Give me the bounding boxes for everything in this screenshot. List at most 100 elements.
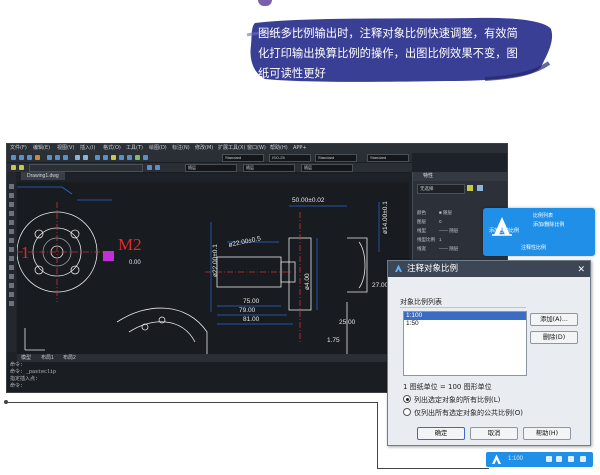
command-line[interactable]: 命令: 命令: _pasteclip 指定插入点: 命令: xyxy=(7,362,415,392)
pan-icon[interactable] xyxy=(95,155,100,160)
banner-line-1: 图纸多比例输出时，注释对象比例快速调整，有效简 xyxy=(258,27,518,40)
insert-block-icon[interactable] xyxy=(9,256,14,261)
menu-express[interactable]: 扩展工具(X) xyxy=(218,144,245,153)
annotation-object-scale-dialog: 注释对象比例 ✕ 对象比例列表 1:100 1:50 添加(A)... 删除(D… xyxy=(387,260,591,446)
toolpalette-icon[interactable] xyxy=(127,155,132,160)
radio-common-scales-label[interactable]: 仅列出所有选定对象的公共比例(O) xyxy=(414,408,523,418)
toolbar-standard: Standard ISO-25 Standard Standard xyxy=(7,153,412,163)
cancel-button[interactable]: 取消 xyxy=(470,427,518,440)
banner-line-3: 纸可读性更好 xyxy=(258,67,326,80)
polygon-icon[interactable] xyxy=(9,202,14,207)
radio-all-scales-label[interactable]: 列出选定对象的所有比例(L) xyxy=(414,395,500,405)
ok-button[interactable]: 确定 xyxy=(417,427,465,440)
file-tab[interactable]: Drawing1.dwg xyxy=(21,172,65,180)
annotation-scale-statusbar: 1:100 xyxy=(486,452,593,467)
list-label-divider xyxy=(400,307,526,308)
drawing-canvas[interactable]: 1 M2 0.00 50.00±0.02 ø22.00±0.1 ø22.00±0… xyxy=(17,182,409,354)
menu-insert[interactable]: 插入(I) xyxy=(80,144,95,153)
layer-icon[interactable] xyxy=(143,155,148,160)
point-icon[interactable] xyxy=(9,265,14,270)
designcenter-icon[interactable] xyxy=(119,155,124,160)
quick-select-icon[interactable] xyxy=(467,185,473,191)
menu-modify[interactable]: 修改(M) xyxy=(195,144,213,153)
spline-icon[interactable] xyxy=(9,238,14,243)
mleader-style-combo[interactable]: Standard xyxy=(367,154,409,162)
layer-combo[interactable] xyxy=(29,164,143,172)
make-current-icon[interactable] xyxy=(147,165,152,170)
popup-scale-list[interactable]: 比例列表 xyxy=(533,213,553,220)
menu-bar: 文件(F) 编辑(E) 视图(V) 插入(I) 格式(O) 工具(T) 绘图(D… xyxy=(7,144,507,153)
save-icon[interactable] xyxy=(27,155,32,160)
polyline-icon[interactable] xyxy=(9,193,14,198)
menu-view[interactable]: 视图(V) xyxy=(57,144,74,153)
annotation-scale-icon-small[interactable] xyxy=(491,454,502,465)
dim-style-combo[interactable]: ISO-25 xyxy=(269,154,311,162)
undo-icon[interactable] xyxy=(75,155,80,160)
paste-icon[interactable] xyxy=(63,155,68,160)
circle-icon[interactable] xyxy=(9,229,14,234)
auto-scale-icon[interactable] xyxy=(556,456,562,462)
layer-state-icon[interactable] xyxy=(19,165,24,170)
print-icon[interactable] xyxy=(35,155,40,160)
redo-icon[interactable] xyxy=(83,155,88,160)
calculator-icon[interactable] xyxy=(135,155,140,160)
menu-help[interactable]: 帮助(H) xyxy=(270,144,288,153)
new-icon[interactable] xyxy=(11,155,16,160)
radio-common-scales[interactable] xyxy=(403,408,411,416)
menu-tools[interactable]: 工具(T) xyxy=(126,144,143,153)
popup-annotative-scale[interactable]: 注释性比例 xyxy=(521,245,546,252)
layer-previous-icon[interactable] xyxy=(155,165,160,170)
hatch-icon[interactable] xyxy=(9,274,14,279)
color-combo[interactable]: 随层 xyxy=(185,164,237,172)
annotation-scale-popup: 比例列表 添加当前比例 添加/删除比例 注释性比例 xyxy=(483,208,595,256)
menu-app[interactable]: APP+ xyxy=(293,144,307,153)
menu-window[interactable]: 窗口(W) xyxy=(247,144,266,153)
text-style-combo[interactable]: Standard xyxy=(222,154,264,162)
close-icon[interactable]: ✕ xyxy=(577,261,585,277)
selection-combo[interactable]: 无选择 xyxy=(417,184,465,194)
copy-icon[interactable] xyxy=(55,155,60,160)
open-icon[interactable] xyxy=(19,155,24,160)
ellipse-icon[interactable] xyxy=(9,247,14,252)
radio-all-scales[interactable] xyxy=(403,395,411,403)
rectangle-icon[interactable] xyxy=(9,211,14,216)
menu-edit[interactable]: 编辑(E) xyxy=(33,144,50,153)
menu-file[interactable]: 文件(F) xyxy=(10,144,27,153)
table-style-combo[interactable]: Standard xyxy=(315,154,357,162)
command-prompt[interactable]: 命令: xyxy=(10,383,415,390)
menu-format[interactable]: 格式(O) xyxy=(103,144,121,153)
annotation-visibility-icon[interactable] xyxy=(546,456,552,462)
settings-icon[interactable] xyxy=(580,456,586,462)
add-scale-button[interactable]: 添加(A)... xyxy=(530,313,578,326)
scale-item-50[interactable]: 1:50 xyxy=(404,320,526,328)
delete-scale-button[interactable]: 删除(D) xyxy=(530,331,578,344)
scale-list-label: 对象比例列表 xyxy=(400,298,442,306)
menu-dimension[interactable]: 标注(N) xyxy=(172,144,190,153)
tab-layout1[interactable]: 布局1 xyxy=(41,354,54,362)
flange-part xyxy=(17,202,112,302)
line-icon[interactable] xyxy=(9,184,14,189)
popup-add-current[interactable]: 添加当前比例 xyxy=(489,228,519,235)
lineweight-combo[interactable]: 随层 xyxy=(301,164,353,172)
scale-list[interactable]: 1:100 1:50 xyxy=(403,311,527,376)
mtext-icon[interactable] xyxy=(9,301,14,306)
arc-icon[interactable] xyxy=(9,220,14,225)
popup-add-delete[interactable]: 添加/删除比例 xyxy=(533,222,564,229)
dialog-titlebar[interactable]: 注释对象比例 ✕ xyxy=(388,261,590,277)
linetype-combo[interactable]: 随层 xyxy=(243,164,295,172)
properties-icon[interactable] xyxy=(111,155,116,160)
dim-22-b: ø22.00±0.5 xyxy=(228,235,262,249)
table-icon[interactable] xyxy=(9,292,14,297)
scale-item-100[interactable]: 1:100 xyxy=(404,312,526,320)
workspace-icon[interactable] xyxy=(568,456,574,462)
tab-layout2[interactable]: 布局2 xyxy=(63,354,76,362)
layer-manager-icon[interactable] xyxy=(11,165,16,170)
menu-draw[interactable]: 绘图(D) xyxy=(149,144,167,153)
cut-icon[interactable] xyxy=(47,155,52,160)
zoom-icon[interactable] xyxy=(103,155,108,160)
help-button[interactable]: 帮助(H) xyxy=(523,427,571,440)
current-scale[interactable]: 1:100 xyxy=(508,452,523,467)
tab-model[interactable]: 模型 xyxy=(21,354,31,362)
select-objects-icon[interactable] xyxy=(477,185,483,191)
region-icon[interactable] xyxy=(9,283,14,288)
